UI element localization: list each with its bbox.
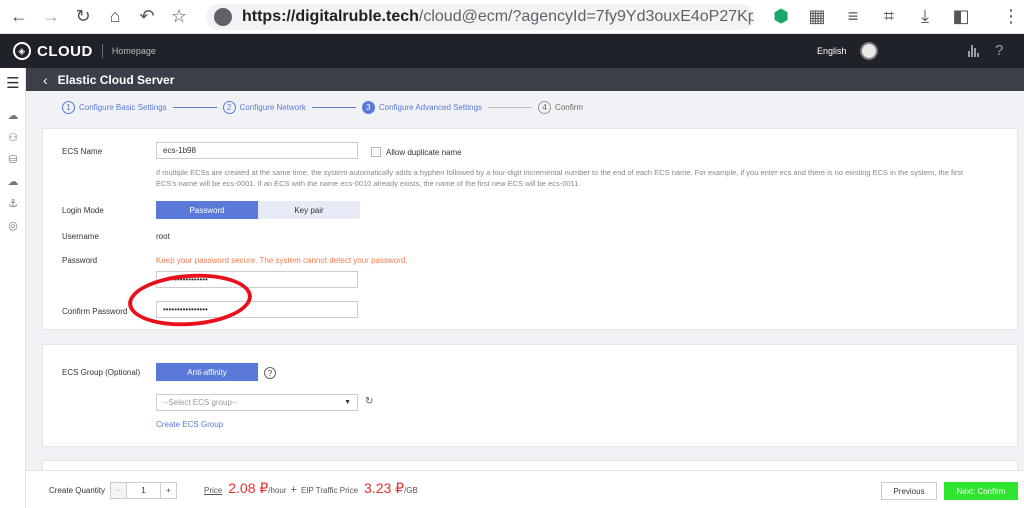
- apps-grid-icon[interactable]: ▦: [804, 4, 830, 30]
- name-hint-line1: If multiple ECSs are created at the same…: [156, 168, 964, 177]
- price-summary: Price 2.08 ₽ /hour + EIP Traffic Price 3…: [204, 480, 418, 497]
- login-mode-toggle: Password Key pair: [156, 201, 360, 219]
- step-basic-settings[interactable]: 1 Configure Basic Settings: [62, 100, 167, 114]
- stats-icon[interactable]: [968, 45, 980, 57]
- next-confirm-button[interactable]: Next: Confirm: [944, 482, 1018, 500]
- shield-extension-icon[interactable]: ⬢: [768, 4, 794, 30]
- menu-icon[interactable]: ☰: [0, 72, 26, 94]
- reading-list-icon[interactable]: ≡: [840, 4, 866, 30]
- storage-icon[interactable]: ⛁: [0, 148, 26, 170]
- allow-duplicate-label: Allow duplicate name: [386, 148, 462, 157]
- plus-icon: +: [290, 484, 297, 496]
- previous-button[interactable]: Previous: [881, 482, 937, 500]
- homepage-link[interactable]: Homepage: [112, 46, 156, 56]
- crop-icon[interactable]: ⌗: [876, 4, 902, 30]
- left-sidebar: ☰ ☁ ⚇ ⛁ ☁ ⚓ ◎: [0, 68, 26, 508]
- step-number: 3: [361, 100, 375, 114]
- step-label: Configure Advanced Settings: [378, 102, 483, 112]
- chat-icon[interactable]: ◎: [0, 214, 26, 236]
- cloud-logo-icon: ◈: [13, 42, 31, 60]
- quantity-label: Create Quantity: [49, 486, 106, 495]
- site-info-icon[interactable]: [214, 7, 232, 26]
- price-value: 2.08 ₽: [228, 480, 269, 496]
- step-network[interactable]: 2 Configure Network: [222, 100, 306, 114]
- page-title: Elastic Cloud Server: [57, 72, 175, 87]
- login-mode-keypair-button[interactable]: Key pair: [258, 201, 360, 219]
- ecs-group-label: ECS Group (Optional): [62, 368, 141, 377]
- cloud-logo[interactable]: ◈ CLOUD: [13, 42, 93, 60]
- wizard-steps: 1 Configure Basic Settings 2 Configure N…: [26, 91, 1024, 123]
- download-icon[interactable]: ⤓: [912, 4, 938, 30]
- bottom-action-bar: Create Quantity − 1 + Price 2.08 ₽ /hour…: [26, 470, 1024, 508]
- browser-toolbar: ← → ↻ ⌂ ↶ ☆ https://digitalruble.tech/cl…: [0, 0, 1024, 34]
- cloud-service-icon[interactable]: ☁: [0, 104, 26, 126]
- logo-text: CLOUD: [37, 42, 93, 60]
- ecs-group-card: ECS Group (Optional) Anti-affinity ? --S…: [42, 344, 1018, 447]
- step-label: Configure Basic Settings: [79, 102, 167, 112]
- step-advanced-settings[interactable]: 3 Configure Advanced Settings: [361, 100, 483, 114]
- eip-price-value: 3.23 ₽: [364, 480, 405, 496]
- decrement-button[interactable]: −: [110, 482, 127, 499]
- anti-affinity-button[interactable]: Anti-affinity: [156, 363, 258, 381]
- bookmark-star-icon[interactable]: ☆: [166, 4, 192, 30]
- increment-button[interactable]: +: [160, 482, 177, 499]
- ecs-group-select[interactable]: --Select ECS group-- ▼: [156, 394, 358, 411]
- more-menu-icon[interactable]: ⋮: [998, 4, 1024, 30]
- help-question-icon[interactable]: ?: [264, 367, 276, 379]
- sidebar-panel-icon[interactable]: ◧: [948, 4, 974, 30]
- username-label: Username: [62, 232, 99, 241]
- step-number: 1: [62, 100, 75, 114]
- reload-icon[interactable]: ↻: [70, 4, 96, 30]
- address-bar[interactable]: https://digitalruble.tech/cloud@ecm/?age…: [206, 3, 754, 30]
- quantity-input[interactable]: 1: [127, 482, 160, 499]
- url-domain: https://digitalruble.tech: [242, 7, 419, 25]
- home-icon[interactable]: ⌂: [102, 4, 128, 30]
- next-section-card: [42, 460, 1018, 470]
- password-label: Password: [62, 256, 98, 265]
- create-ecs-group-link[interactable]: Create ECS Group: [156, 420, 223, 429]
- step-confirm: 4 Confirm: [538, 100, 584, 114]
- username-value: root: [156, 232, 170, 241]
- select-placeholder: --Select ECS group--: [163, 398, 238, 407]
- forward-arrow-icon[interactable]: →: [38, 4, 64, 30]
- confirm-password-label: Confirm Password: [62, 307, 128, 316]
- back-arrow-icon[interactable]: ←: [6, 4, 32, 30]
- anchor-icon[interactable]: ⚓: [0, 192, 26, 214]
- price-unit: /hour: [268, 486, 287, 495]
- step-connector: [172, 106, 217, 108]
- ecs-name-label: ECS Name: [62, 147, 103, 156]
- step-number: 4: [538, 100, 552, 114]
- help-icon[interactable]: ?: [995, 42, 1003, 59]
- price-label[interactable]: Price: [204, 486, 222, 495]
- avatar[interactable]: [860, 42, 878, 60]
- allow-duplicate-checkbox[interactable]: [371, 147, 381, 157]
- top-app-bar: ◈ CLOUD Homepage English ?: [0, 34, 1024, 68]
- cloud-backup-icon[interactable]: ☁: [0, 170, 26, 192]
- divider: [101, 44, 103, 58]
- refresh-icon[interactable]: ↻: [365, 396, 373, 407]
- back-chevron-icon[interactable]: ‹: [43, 72, 48, 88]
- step-connector: [488, 106, 533, 108]
- step-label: Configure Network: [239, 102, 306, 112]
- page-title-bar: ‹ Elastic Cloud Server: [26, 68, 1024, 91]
- eip-price-label: EIP Traffic Price: [300, 486, 359, 495]
- quantity-stepper: − 1 +: [110, 482, 177, 499]
- chevron-down-icon: ▼: [344, 399, 351, 406]
- language-selector[interactable]: English: [817, 46, 847, 56]
- cluster-icon[interactable]: ⚇: [0, 126, 26, 148]
- login-mode-label: Login Mode: [62, 206, 104, 215]
- login-mode-password-button[interactable]: Password: [156, 201, 258, 219]
- eip-price-unit: /GB: [404, 486, 418, 495]
- ecs-name-input[interactable]: ecs-1b98: [156, 142, 358, 159]
- password-warning: Keep your password secure. The system ca…: [156, 256, 408, 265]
- step-number: 2: [222, 100, 236, 114]
- undo-icon[interactable]: ↶: [134, 4, 160, 30]
- name-hint-line2: ECS's name will be ecs-0001. If an ECS w…: [156, 179, 581, 188]
- url-path: /cloud@ecm/?agencyId=7fy9Yd3ouxE4oP27Kps…: [418, 7, 754, 25]
- step-connector: [311, 106, 356, 108]
- step-label: Confirm: [555, 102, 584, 112]
